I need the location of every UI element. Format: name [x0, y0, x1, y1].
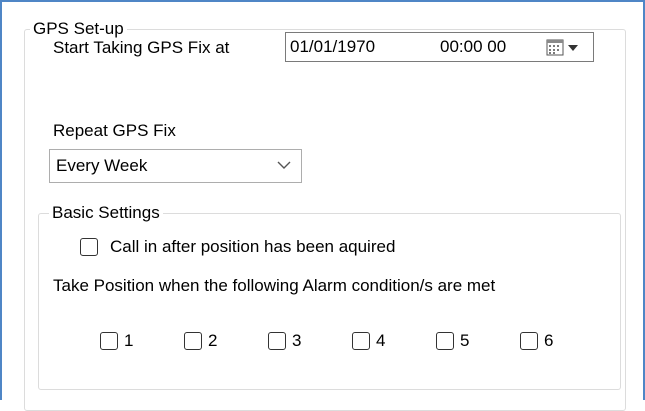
- chevron-down-icon: [277, 161, 291, 169]
- alarm-3-label: 3: [292, 331, 302, 350]
- repeat-fix-label: Repeat GPS Fix: [53, 121, 176, 140]
- repeat-fix-select[interactable]: Every Week: [49, 149, 302, 183]
- gps-setup-title: GPS Set-up: [30, 19, 127, 39]
- start-fix-time[interactable]: 00:00 00: [440, 37, 506, 57]
- alarm-4-checkbox[interactable]: [352, 332, 370, 350]
- alarm-2-label: 2: [208, 331, 218, 350]
- start-fix-label: Start Taking GPS Fix at: [53, 38, 230, 57]
- alarm-6-checkbox[interactable]: [520, 332, 538, 350]
- calendar-icon: [546, 39, 578, 56]
- start-fix-date[interactable]: 01/01/1970: [290, 37, 375, 57]
- alarm-5-checkbox[interactable]: [436, 332, 454, 350]
- gps-settings-panel: GPS Set-up Start Taking GPS Fix at 01/01…: [0, 0, 645, 411]
- calendar-dropdown-button[interactable]: [546, 39, 586, 57]
- alarm-6-label: 6: [544, 331, 554, 350]
- call-in-checkbox[interactable]: [80, 238, 98, 256]
- alarm-condition-label: Take Position when the following Alarm c…: [53, 276, 496, 295]
- alarm-4-label: 4: [376, 331, 386, 350]
- alarm-3-checkbox[interactable]: [268, 332, 286, 350]
- alarm-1-label: 1: [124, 331, 134, 350]
- alarm-1-checkbox[interactable]: [100, 332, 118, 350]
- repeat-fix-value: Every Week: [56, 156, 148, 175]
- basic-settings-title: Basic Settings: [49, 203, 163, 223]
- alarm-2-checkbox[interactable]: [184, 332, 202, 350]
- start-fix-datetime-picker[interactable]: 01/01/1970 00:00 00: [285, 32, 594, 62]
- call-in-label: Call in after position has been aquired: [110, 237, 396, 256]
- alarm-5-label: 5: [460, 331, 470, 350]
